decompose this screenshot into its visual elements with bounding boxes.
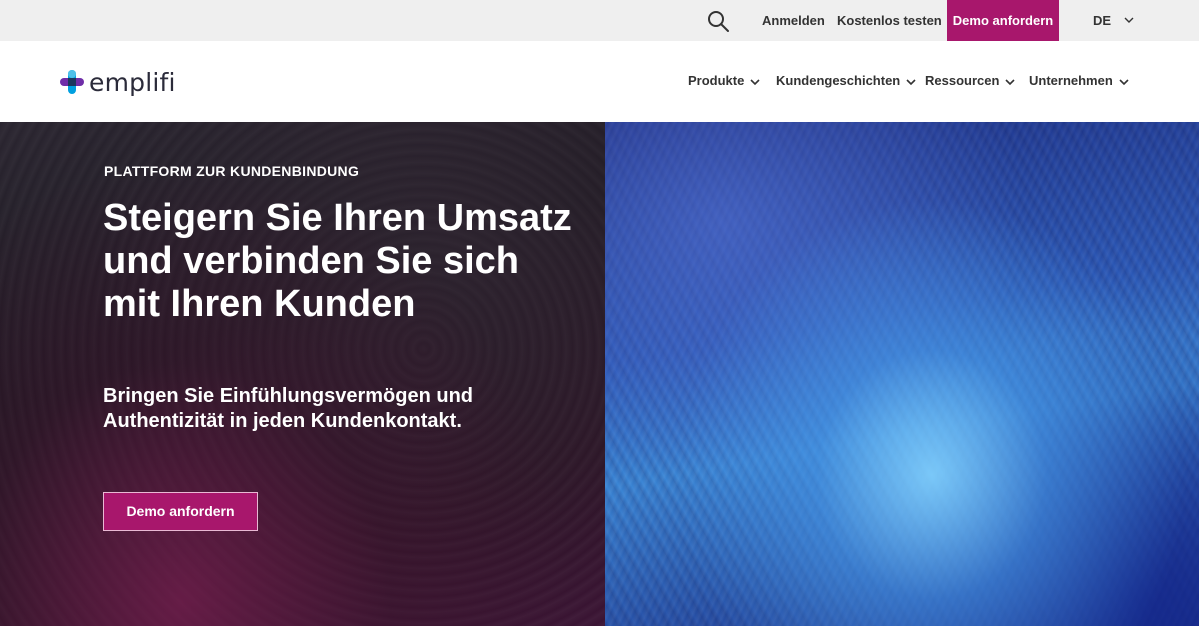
nav-item-label: Kundengeschichten xyxy=(776,73,901,88)
nav-item-label: Ressourcen xyxy=(925,73,1000,88)
hero-image-abstract-waves xyxy=(605,122,1199,626)
nav-item-ressourcen[interactable]: Ressourcen xyxy=(925,68,1015,94)
chevron-down-icon xyxy=(1119,78,1129,85)
hero-headline: Steigern Sie Ihren Umsatz und verbinden … xyxy=(103,197,572,325)
nav-item-unternehmen[interactable]: Unternehmen xyxy=(1029,68,1129,94)
hero-section: PLATTFORM ZUR KUNDENBINDUNG Steigern Sie… xyxy=(0,122,1199,626)
emplifi-logo[interactable]: emplifi xyxy=(60,67,176,97)
login-link[interactable]: Anmelden xyxy=(762,0,825,41)
language-selector[interactable]: DE xyxy=(1093,0,1111,41)
free-trial-link[interactable]: Kostenlos testen xyxy=(837,0,942,41)
nav-item-label: Unternehmen xyxy=(1029,73,1113,88)
chevron-down-icon[interactable] xyxy=(1124,15,1134,25)
utility-bar: Anmelden Kostenlos testen Demo anfordern… xyxy=(0,0,1199,41)
nav-item-produkte[interactable]: Produkte xyxy=(688,68,760,94)
logo-wordmark: emplifi xyxy=(89,67,176,97)
logo-mark-icon xyxy=(60,70,84,94)
main-navigation: emplifi Produkte Kundengeschichten Resso… xyxy=(0,41,1199,123)
request-demo-button[interactable]: Demo anfordern xyxy=(103,492,258,531)
chevron-down-icon xyxy=(906,78,916,85)
chevron-down-icon xyxy=(1005,78,1015,85)
search-icon[interactable] xyxy=(706,9,730,33)
hero-subline: Bringen Sie Einfühlungsvermögen und Auth… xyxy=(103,385,474,432)
nav-item-kundengeschichten[interactable]: Kundengeschichten xyxy=(776,68,916,94)
hero-eyebrow: PLATTFORM ZUR KUNDENBINDUNG xyxy=(104,163,360,179)
nav-item-label: Produkte xyxy=(688,73,745,88)
chevron-down-icon xyxy=(750,78,760,85)
request-demo-button-top[interactable]: Demo anfordern xyxy=(947,0,1059,41)
